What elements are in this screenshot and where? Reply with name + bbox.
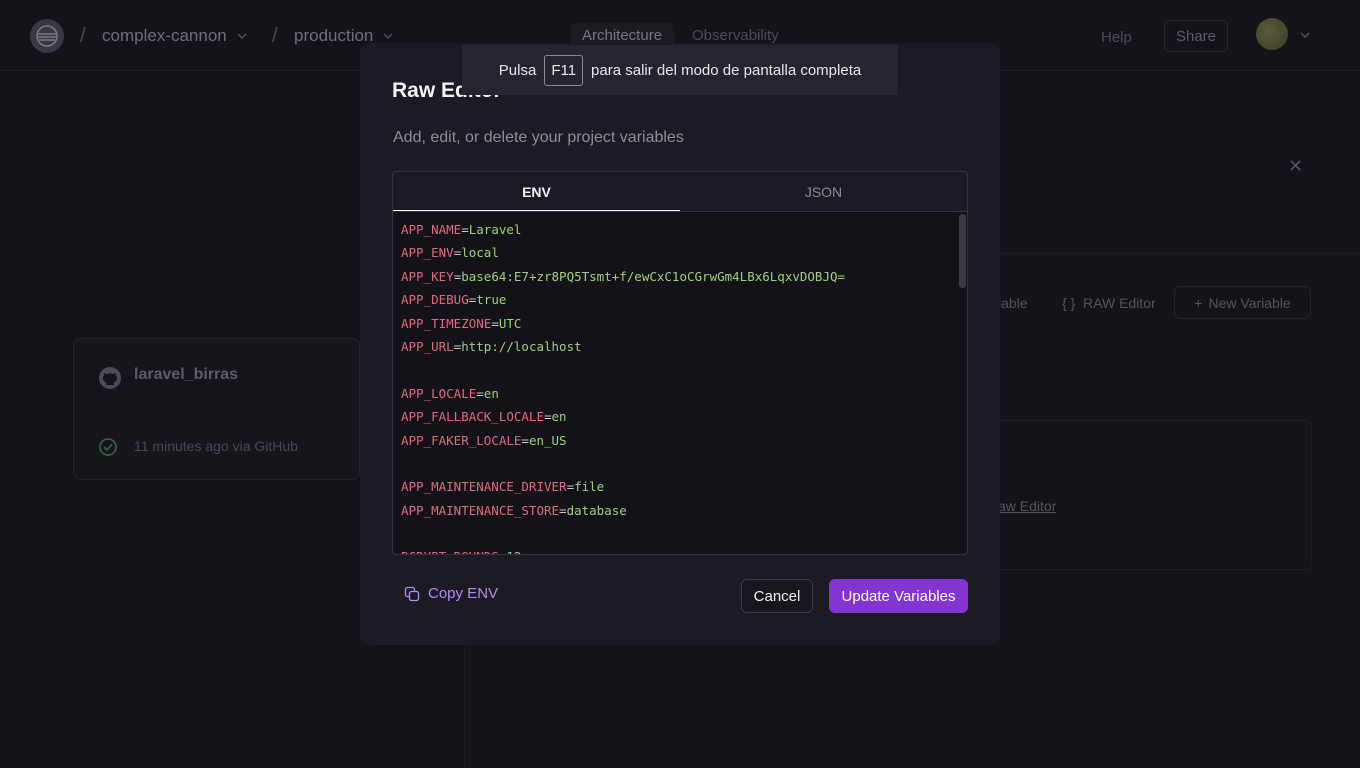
braces-icon: { } — [1062, 295, 1076, 311]
env-key: BCRYPT_ROUNDS — [401, 549, 499, 554]
modal-subtitle: Add, edit, or delete your project variab… — [393, 129, 684, 146]
env-value: local — [461, 245, 499, 261]
env-line: APP_FAKER_LOCALE=en_US — [401, 429, 845, 452]
raw-editor-modal: Raw Editor Add, edit, or delete your pro… — [360, 43, 1000, 645]
env-value: true — [476, 292, 507, 308]
env-key: APP_DEBUG — [401, 292, 469, 308]
env-value: en_US — [528, 432, 567, 448]
fullscreen-notice-suffix: para salir del modo de pantalla completa — [591, 61, 862, 79]
env-line: APP_KEY=base64:E7+zr8PQ5Tsmt+f/ewCxC1oCG… — [401, 265, 845, 288]
copy-env-label: Copy ENV — [428, 585, 499, 602]
env-key: APP_FAKER_LOCALE — [401, 432, 522, 448]
variables-empty-card — [980, 420, 1312, 570]
shared-variable-button[interactable]: iable — [998, 295, 1028, 311]
env-lines: APP_NAME=Laravel APP_ENV=local APP_KEY=bas… — [401, 218, 845, 554]
env-editor[interactable]: APP_NAME=Laravel APP_ENV=local APP_KEY=bas… — [392, 211, 968, 555]
tab-observability[interactable]: Observability — [692, 27, 779, 44]
project-selector[interactable]: complex-cannon — [102, 26, 247, 46]
env-value: database — [566, 502, 627, 518]
deploy-status: 11 minutes ago via GitHub — [134, 438, 298, 454]
copy-env-button[interactable]: Copy ENV — [404, 585, 498, 602]
env-key: APP_ENV — [401, 245, 454, 261]
f11-key-badge: F11 — [544, 54, 584, 86]
raw-editor-button-label: RAW Editor — [1083, 295, 1156, 311]
env-value: http://localhost — [461, 338, 582, 354]
new-variable-button[interactable]: + New Variable — [1174, 286, 1311, 319]
env-line: APP_TIMEZONE=UTC — [401, 312, 845, 335]
env-value: 12 — [506, 549, 521, 554]
env-equals: = — [476, 385, 484, 401]
env-line: APP_MAINTENANCE_DRIVER=file — [401, 475, 845, 498]
env-line: BCRYPT_ROUNDS=12 — [401, 545, 845, 554]
env-key: APP_KEY — [401, 268, 454, 284]
chevron-down-icon — [237, 33, 247, 39]
env-value: en — [551, 409, 567, 425]
env-key: APP_MAINTENANCE_DRIVER — [401, 479, 567, 495]
env-line — [401, 452, 845, 475]
env-line: APP_URL=http://localhost — [401, 335, 845, 358]
env-equals: = — [521, 432, 529, 448]
env-key: APP_URL — [401, 338, 454, 354]
env-value: base64:E7+zr8PQ5Tsmt+f/ewCxC1oCGrwGm4LBx… — [461, 268, 846, 284]
service-card[interactable] — [73, 338, 360, 480]
raw-editor-button[interactable]: { } RAW Editor — [1062, 295, 1156, 311]
env-line: APP_DEBUG=true — [401, 288, 845, 311]
close-icon[interactable]: ✕ — [1288, 156, 1303, 177]
env-line — [401, 358, 845, 381]
tab-env[interactable]: ENV — [393, 172, 680, 212]
check-circle-icon — [99, 438, 117, 456]
env-key: APP_TIMEZONE — [401, 315, 492, 331]
env-line: APP_FALLBACK_LOCALE=en — [401, 405, 845, 428]
env-value: file — [574, 479, 605, 495]
github-icon — [99, 367, 121, 389]
env-line: APP_NAME=Laravel — [401, 218, 845, 241]
env-key: APP_MAINTENANCE_STORE — [401, 502, 560, 518]
env-equals: = — [461, 222, 469, 237]
env-equals: = — [559, 502, 567, 518]
project-name: complex-cannon — [102, 26, 227, 45]
format-tabs: ENV JSON — [392, 171, 968, 212]
env-equals: = — [544, 409, 552, 425]
breadcrumb-separator: / — [272, 25, 278, 47]
railway-logo-icon[interactable] — [30, 19, 64, 53]
update-variables-button[interactable]: Update Variables — [829, 579, 968, 613]
env-value: Laravel — [468, 222, 522, 237]
cancel-button[interactable]: Cancel — [741, 579, 813, 613]
service-name: laravel_birras — [134, 366, 239, 383]
raw-editor-link[interactable]: aw Editor — [998, 498, 1056, 514]
env-equals: = — [491, 315, 499, 331]
editor-scrollbar[interactable] — [959, 214, 966, 288]
share-button[interactable]: Share — [1164, 20, 1228, 52]
avatar[interactable] — [1256, 18, 1288, 50]
chevron-down-icon — [383, 33, 393, 39]
env-key: APP_LOCALE — [401, 385, 477, 401]
breadcrumb-separator: / — [80, 25, 86, 47]
env-equals: = — [566, 479, 575, 495]
help-link[interactable]: Help — [1101, 29, 1132, 46]
environment-name: production — [294, 26, 374, 45]
env-value: UTC — [498, 315, 522, 331]
env-key: APP_FALLBACK_LOCALE — [401, 409, 544, 425]
env-line: APP_LOCALE=en — [401, 382, 845, 405]
copy-icon — [404, 586, 420, 601]
env-key: APP_NAME — [401, 222, 462, 237]
env-value: en — [483, 385, 499, 401]
fullscreen-notice-prefix: Pulsa — [498, 61, 537, 79]
chevron-down-icon[interactable] — [1299, 30, 1311, 40]
env-line: APP_ENV=local — [401, 241, 845, 264]
env-line — [401, 522, 845, 545]
plus-icon: + — [1194, 294, 1203, 311]
env-line: APP_MAINTENANCE_STORE=database — [401, 499, 845, 522]
fullscreen-notice: Pulsa F11 para salir del modo de pantall… — [462, 45, 898, 95]
new-variable-label: New Variable — [1208, 294, 1291, 311]
tab-json[interactable]: JSON — [680, 172, 967, 211]
